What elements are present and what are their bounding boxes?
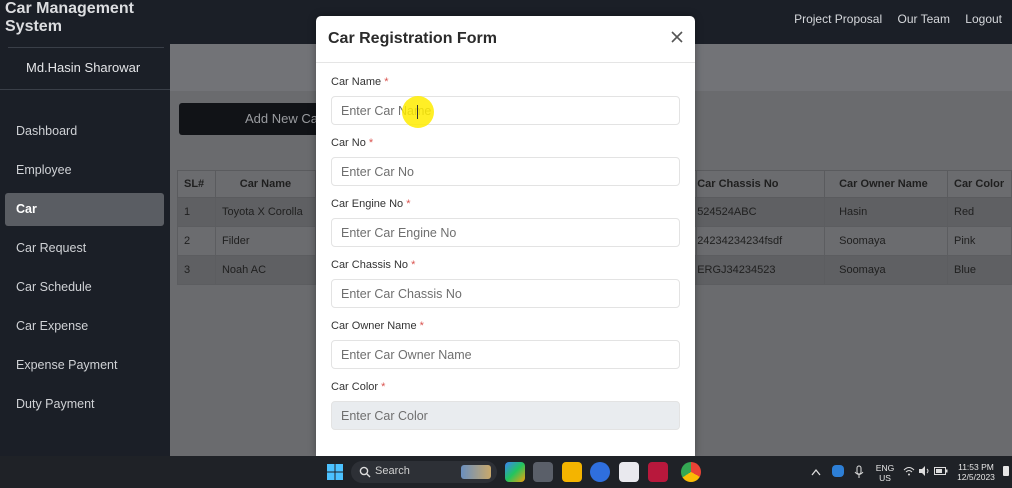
cell-color: Red (947, 197, 1012, 227)
cell-owner-name: Soomaya (824, 226, 948, 256)
car-owner-name-input[interactable] (331, 340, 680, 369)
copilot-icon[interactable] (505, 462, 525, 482)
column-header-car-name: Car Name (214, 170, 316, 198)
modal-body: Car Name * Car No * Car Engine No * Car … (316, 63, 695, 430)
cell-owner-name: Hasin (824, 197, 948, 227)
sidebar-item-expense-payment[interactable]: Expense Payment (0, 349, 170, 382)
cell-sl: 2 (177, 226, 216, 256)
divider (8, 47, 164, 48)
taskbar: Search ENG US 11:53 PM 12/5/2023 (0, 456, 1012, 488)
language-line-2: US (879, 473, 891, 483)
cell-car-name: Noah AC (214, 255, 316, 285)
close-icon[interactable] (669, 29, 685, 45)
windows-start-icon[interactable] (325, 462, 345, 482)
nav-link-logout[interactable]: Logout (965, 12, 1002, 26)
search-highlight-image (461, 465, 491, 479)
sidebar-item-duty-payment[interactable]: Duty Payment (0, 388, 170, 421)
car-owner-name-label: Car Owner Name (331, 320, 417, 332)
clock-time: 11:53 PM (958, 462, 994, 472)
ide-icon[interactable] (648, 462, 668, 482)
cell-sl: 1 (177, 197, 216, 227)
required-mark: * (368, 137, 374, 149)
nav-link-our-team[interactable]: Our Team (897, 12, 949, 26)
column-header-car-chassis-no: Car Chassis No (696, 170, 826, 198)
cell-color: Blue (947, 255, 1012, 285)
cell-car-name: Filder (214, 226, 316, 256)
cell-chassis-no: 524524ABC (696, 197, 826, 227)
sidebar-item-employee[interactable]: Employee (0, 154, 170, 187)
column-header-car-owner-name: Car Owner Name (824, 170, 948, 198)
car-owner-name-field: Car Owner Name * (331, 319, 680, 369)
battery-icon[interactable] (934, 467, 948, 475)
task-view-icon[interactable] (533, 462, 553, 482)
car-color-label: Car Color (331, 381, 379, 393)
clock[interactable]: 11:53 PM 12/5/2023 (954, 462, 998, 482)
notification-icon[interactable] (1003, 466, 1009, 476)
car-color-field: Car Color * (331, 380, 680, 430)
app-store-icon[interactable] (590, 462, 610, 482)
required-mark: * (419, 320, 424, 332)
car-engine-no-field: Car Engine No * (331, 197, 680, 247)
sidebar-item-car[interactable]: Car (5, 193, 164, 226)
sidebar-item-car-schedule[interactable]: Car Schedule (0, 271, 170, 304)
required-mark: * (411, 259, 416, 271)
column-header-car-color: Car Color (947, 170, 1012, 198)
user-name: Md.Hasin Sharowar (26, 60, 141, 75)
column-header-sl: SL# (177, 170, 216, 198)
modal-title: Car Registration Form (328, 30, 497, 47)
sidebar-item-car-request[interactable]: Car Request (0, 232, 170, 265)
car-no-label: Car No (331, 137, 366, 149)
sidebar-item-dashboard[interactable]: Dashboard (0, 115, 170, 148)
cell-sl: 3 (177, 255, 216, 285)
cell-chassis-no: ERGJ34234523 (696, 255, 826, 285)
car-chassis-no-field: Car Chassis No * (331, 258, 680, 308)
language-line-1: ENG (875, 463, 895, 473)
required-mark: * (406, 198, 411, 210)
taskbar-search[interactable]: Search (351, 461, 497, 483)
cell-chassis-no: 24234234234fsdf (696, 226, 826, 256)
search-label: Search (375, 465, 410, 477)
modal-header: Car Registration Form (316, 16, 695, 63)
search-icon (359, 466, 371, 478)
required-mark: * (381, 381, 386, 393)
car-no-input[interactable] (331, 157, 680, 186)
app-title: Car Management System (5, 0, 134, 35)
nav-link-project-proposal[interactable]: Project Proposal (794, 12, 882, 26)
microphone-icon[interactable] (854, 465, 864, 479)
notepad-icon[interactable] (619, 462, 639, 482)
chrome-icon[interactable] (681, 462, 701, 482)
cell-car-name: Toyota X Corolla (214, 197, 316, 227)
cell-color: Pink (947, 226, 1012, 256)
car-registration-modal: Car Registration Form Car Name * Car No … (316, 16, 695, 456)
clock-date: 12/5/2023 (957, 472, 995, 482)
car-chassis-no-input[interactable] (331, 279, 680, 308)
required-mark: * (384, 76, 389, 88)
chevron-up-icon[interactable] (811, 468, 821, 476)
cell-owner-name: Soomaya (824, 255, 948, 285)
car-chassis-no-label: Car Chassis No (331, 259, 409, 271)
car-engine-no-input[interactable] (331, 218, 680, 247)
sidebar: Car Management System Md.Hasin Sharowar … (0, 0, 170, 456)
volume-icon[interactable] (918, 466, 930, 476)
sidebar-item-car-expense[interactable]: Car Expense (0, 310, 170, 343)
car-name-field: Car Name * (331, 75, 680, 125)
car-engine-no-label: Car Engine No (331, 198, 404, 210)
wifi-icon[interactable] (903, 466, 915, 476)
language-indicator[interactable]: ENG US (874, 463, 896, 483)
sidebar-menu: Dashboard Employee Car Car Request Car S… (0, 115, 170, 427)
car-color-input[interactable] (331, 401, 680, 430)
car-name-label: Car Name (331, 76, 382, 88)
add-new-car-button[interactable]: Add New Ca (179, 103, 319, 135)
top-nav-links: Project Proposal Our Team Logout (782, 12, 1002, 26)
car-no-field: Car No * (331, 136, 680, 186)
divider (0, 89, 170, 90)
tray-app-icon[interactable] (832, 465, 844, 477)
car-name-input[interactable] (331, 96, 680, 125)
file-explorer-icon[interactable] (562, 462, 582, 482)
